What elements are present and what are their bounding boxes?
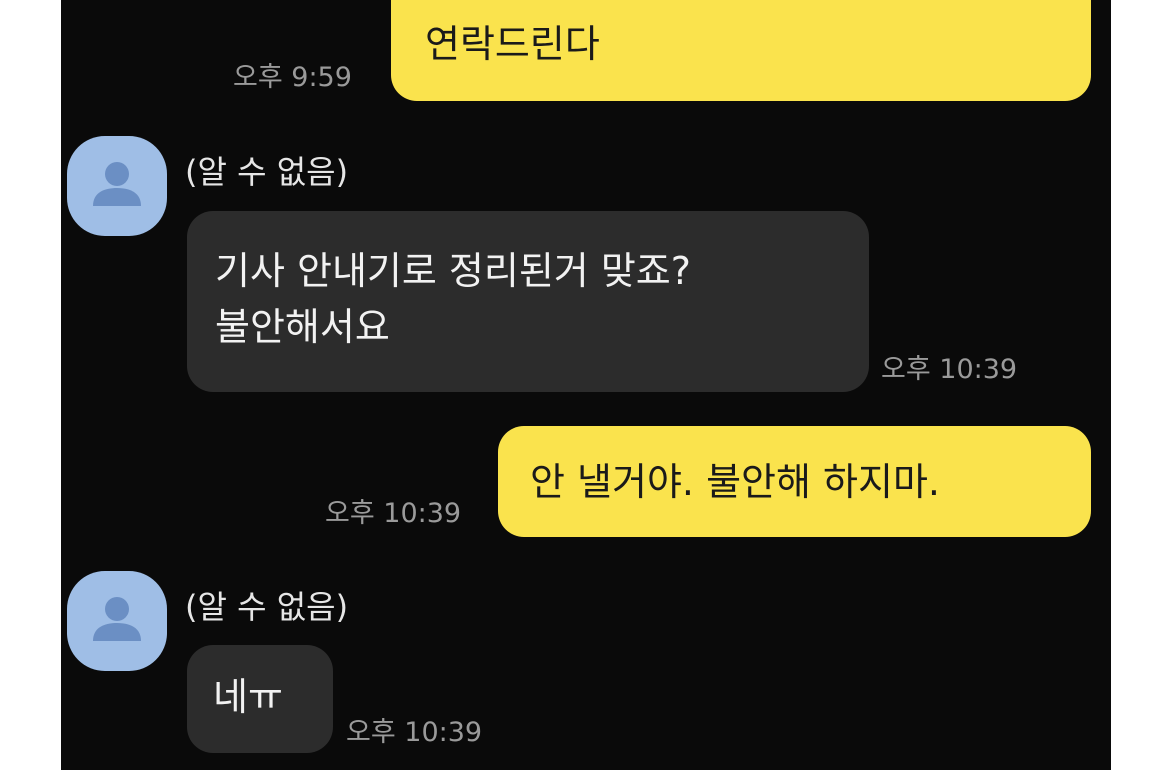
person-icon [93, 162, 141, 206]
sent-message-bubble[interactable]: 연락드린다 [391, 0, 1091, 101]
sent-message-bubble[interactable]: 안 낼거야. 불안해 하지마. [498, 426, 1091, 537]
person-icon [93, 597, 141, 641]
message-timestamp: 오후 10:39 [325, 498, 462, 529]
contact-avatar[interactable] [67, 136, 167, 236]
message-timestamp: 오후 10:39 [346, 717, 483, 748]
message-text: 기사 안내기로 정리된거 맞죠? 불안해서요 [215, 249, 691, 349]
message-timestamp: 오후 9:59 [233, 62, 352, 93]
sender-name: (알 수 없음) [185, 153, 349, 191]
received-message-bubble[interactable]: 네ㅠ [187, 645, 333, 753]
received-message-bubble[interactable]: 기사 안내기로 정리된거 맞죠? 불안해서요 [187, 211, 869, 392]
message-text: 연락드린다 [425, 22, 600, 66]
message-timestamp: 오후 10:39 [881, 354, 1018, 385]
contact-avatar[interactable] [67, 571, 167, 671]
sender-name: (알 수 없음) [185, 588, 349, 626]
chat-screen: 연락드린다 오후 9:59 (알 수 없음) 기사 안내기로 정리된거 맞죠? … [61, 0, 1111, 770]
message-text: 안 낼거야. 불안해 하지마. [530, 460, 940, 504]
message-text: 네ㅠ [213, 675, 283, 719]
